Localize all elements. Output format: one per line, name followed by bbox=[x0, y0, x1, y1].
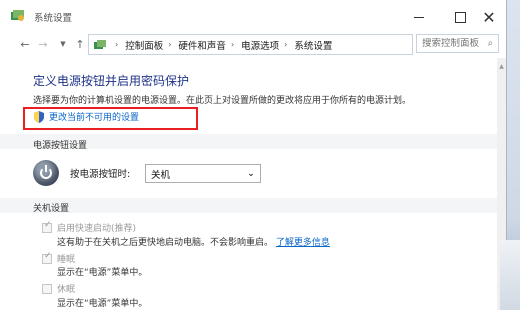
power-button-row: 按电源按钮时: bbox=[33, 160, 130, 186]
highlight-box bbox=[23, 107, 198, 130]
page-title: 定义电源按钮并启用密码保护 bbox=[33, 74, 190, 88]
chevron-down-icon: ⌄ bbox=[247, 168, 255, 179]
breadcrumb-separator: › bbox=[230, 40, 235, 49]
navigation-bar: ← → ▼ ↑ › 控制面板 › 硬件和声音 › 电源选项 › 系统设置 ⌄ ↻… bbox=[0, 34, 506, 56]
up-arrow-icon[interactable]: ↑ bbox=[72, 36, 88, 52]
desktop-partial-window bbox=[500, 240, 520, 310]
power-button-section-title: 电源按钮设置 bbox=[33, 141, 88, 151]
control-panel-breadcrumb-icon bbox=[94, 39, 106, 49]
shutdown-section-title: 关机设置 bbox=[33, 204, 70, 214]
close-button[interactable]: ✕ bbox=[474, 7, 504, 27]
sleep-checkbox[interactable] bbox=[42, 251, 52, 264]
breadcrumb-power-options[interactable]: 电源选项 bbox=[241, 38, 279, 52]
power-button-action-value: 关机 bbox=[151, 169, 171, 181]
sleep-description: 显示在“电源”菜单中。 bbox=[57, 268, 148, 278]
breadcrumb-separator: › bbox=[284, 40, 288, 49]
shutdown-section-band bbox=[0, 198, 497, 213]
power-icon bbox=[33, 160, 59, 186]
recent-locations-icon[interactable]: ▼ bbox=[55, 36, 71, 52]
address-bar[interactable]: › 控制面板 › 硬件和声音 › 电源选项 › 系统设置 ⌄ ↻ bbox=[88, 34, 413, 55]
maximize-button[interactable] bbox=[445, 7, 475, 27]
hibernate-label: 休眠 bbox=[57, 285, 76, 295]
power-button-action-select[interactable]: 关机 ⌄ bbox=[145, 164, 261, 183]
hibernate-checkbox[interactable] bbox=[42, 283, 52, 294]
breadcrumb-separator: › bbox=[168, 40, 172, 49]
hibernate-description: 显示在“电源”菜单中。 bbox=[57, 299, 148, 309]
settings-content: 定义电源按钮并启用密码保护 选择要为你的计算机设置的电源设置。在此页上对设置所做… bbox=[0, 58, 497, 310]
sleep-option[interactable]: 睡眠 bbox=[42, 251, 76, 265]
fast-startup-description-row: 这有助于在关机之后更快地启动电脑。不会影响重启。 了解更多信息 bbox=[57, 235, 330, 248]
search-icon: ⌕ bbox=[487, 38, 493, 49]
hibernate-option[interactable]: 休眠 bbox=[42, 282, 75, 295]
fast-startup-description: 这有助于在关机之后更快地启动电脑。不会影响重启。 bbox=[57, 238, 274, 248]
sleep-label: 睡眠 bbox=[57, 255, 76, 265]
control-panel-icon bbox=[11, 10, 24, 21]
scroll-up-icon[interactable]: ▲ bbox=[497, 63, 506, 70]
breadcrumb-system-settings[interactable]: 系统设置 bbox=[294, 38, 332, 52]
page-description: 选择要为你的计算机设置的电源设置。在此页上对设置所做的更改将应用于你所有的电源计… bbox=[33, 96, 412, 106]
breadcrumb-control-panel[interactable]: 控制面板 bbox=[125, 38, 163, 52]
search-box[interactable]: ⌕ bbox=[416, 34, 499, 53]
fast-startup-option[interactable]: 启用快速启动(推荐) bbox=[42, 220, 137, 234]
learn-more-link[interactable]: 了解更多信息 bbox=[276, 238, 330, 248]
title-bar: 系统设置 ✕ bbox=[0, 0, 506, 34]
system-settings-window: 系统设置 ✕ ← → ▼ ↑ › 控制面板 › 硬件和声音 › 电源选项 › 系… bbox=[0, 0, 507, 310]
minimize-button[interactable] bbox=[404, 7, 434, 27]
search-input[interactable] bbox=[422, 38, 480, 49]
forward-arrow-icon[interactable]: → bbox=[35, 36, 51, 52]
fast-startup-label: 启用快速启动(推荐) bbox=[57, 224, 137, 234]
window-title: 系统设置 bbox=[34, 13, 73, 24]
power-button-label: 按电源按钮时: bbox=[70, 169, 131, 180]
back-arrow-icon[interactable]: ← bbox=[17, 36, 33, 52]
breadcrumb-separator: › bbox=[115, 40, 119, 49]
fast-startup-checkbox[interactable] bbox=[42, 220, 52, 233]
breadcrumb-hardware-sound[interactable]: 硬件和声音 bbox=[178, 38, 226, 52]
